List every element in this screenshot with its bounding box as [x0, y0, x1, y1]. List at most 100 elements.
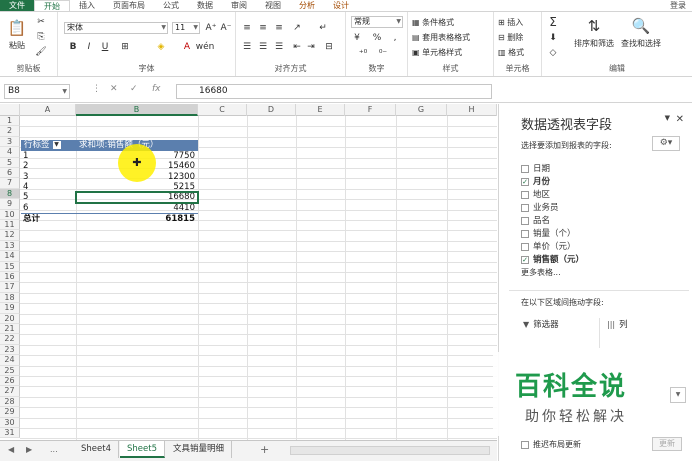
sheet-tab-detail[interactable]: 文具销量明细 — [166, 441, 233, 458]
tab-analyze[interactable]: 分析 — [290, 0, 324, 11]
row-header[interactable]: 30 — [0, 417, 20, 428]
clear-icon[interactable]: ◇ — [546, 47, 560, 59]
column-header[interactable]: D — [247, 104, 296, 116]
font-size-combo[interactable]: 11 ▼ — [172, 22, 200, 34]
scroll-left-icon[interactable]: ◀ — [8, 445, 14, 454]
field-product[interactable]: 品名 — [521, 214, 550, 226]
format-as-table-button[interactable]: ▤ 套用表格格式 — [412, 32, 470, 43]
row-header[interactable]: 16 — [0, 272, 20, 283]
row-header[interactable]: 27 — [0, 386, 20, 397]
row-header[interactable]: 11 — [0, 220, 20, 231]
row-header[interactable]: 6 — [0, 168, 20, 179]
row-header[interactable]: 4 — [0, 147, 20, 158]
enter-icon[interactable]: ✓ — [130, 84, 138, 94]
tab-insert[interactable]: 插入 — [70, 0, 104, 11]
field-sales-amount[interactable]: ✓ 销售额（元） — [521, 253, 584, 265]
paste-button[interactable]: 📋 粘贴 — [4, 18, 30, 51]
fill-icon[interactable]: ⬇ — [546, 32, 560, 44]
format-painter-icon[interactable]: 🖌 — [34, 46, 48, 58]
column-header[interactable]: C — [198, 104, 247, 116]
row-header[interactable]: 23 — [0, 344, 20, 356]
row-header[interactable]: 15 — [0, 261, 20, 272]
row-header[interactable]: 14 — [0, 251, 20, 262]
close-icon[interactable]: ✕ — [676, 114, 684, 125]
column-header[interactable]: H — [447, 104, 497, 116]
field-month[interactable]: ✓ 月份 — [521, 175, 550, 187]
checkbox-icon[interactable] — [521, 190, 529, 199]
sheet-tab-sheet4[interactable]: Sheet4 — [74, 441, 119, 458]
update-button[interactable]: 更新 — [652, 437, 682, 451]
row-header[interactable]: 20 — [0, 313, 20, 324]
tab-design[interactable]: 设计 — [324, 0, 358, 11]
wrap-text-icon[interactable]: ↵ — [316, 22, 330, 34]
pivot-row-label[interactable]: 1 — [23, 151, 73, 161]
align-bottom-icon[interactable]: ≡ — [272, 22, 286, 34]
tab-review[interactable]: 审阅 — [222, 0, 256, 11]
checkbox-icon[interactable] — [521, 203, 529, 212]
align-center-icon[interactable]: ☰ — [256, 41, 270, 53]
gear-icon[interactable]: ⚙▾ — [652, 136, 680, 151]
field-unit-price[interactable]: 单价（元） — [521, 240, 576, 252]
merge-center-icon[interactable]: ⊟ — [322, 41, 336, 53]
pivot-row-label[interactable]: 2 — [23, 161, 73, 171]
border-icon[interactable]: ⊞ — [118, 41, 132, 53]
copy-icon[interactable]: ⎘ — [34, 31, 48, 43]
underline-button[interactable]: U — [98, 41, 112, 53]
row-header[interactable]: 24 — [0, 355, 20, 366]
field-region[interactable]: 地区 — [521, 188, 550, 200]
tab-file[interactable]: 文件 — [0, 0, 34, 11]
row-header[interactable]: 12 — [0, 230, 20, 241]
more-sheets-button[interactable]: ... — [50, 445, 58, 454]
tab-formulas[interactable]: 公式 — [154, 0, 188, 11]
row-header[interactable]: 28 — [0, 396, 20, 408]
checkbox-checked-icon[interactable]: ✓ — [521, 177, 529, 186]
worksheet-grid[interactable]: A B C D E F G H 1 2 3 4 5 6 7 8 9 10 11 12 13 14 15 16 1… — [0, 104, 497, 440]
fx-icon[interactable]: fx — [152, 84, 161, 94]
checkbox-icon[interactable] — [521, 440, 529, 449]
font-color-icon[interactable]: A — [180, 41, 194, 53]
more-tables-link[interactable]: 更多表格... — [521, 267, 561, 278]
select-all-corner[interactable] — [0, 104, 20, 116]
checkbox-icon[interactable] — [521, 216, 529, 225]
pivot-total-value[interactable]: 61815 — [76, 213, 198, 224]
column-header[interactable]: F — [345, 104, 396, 116]
row-header[interactable]: 8 — [0, 188, 20, 200]
row-header[interactable]: 10 — [0, 209, 20, 220]
align-left-icon[interactable]: ☰ — [240, 41, 254, 53]
pivot-row-label[interactable]: 6 — [23, 203, 73, 213]
defer-layout-update[interactable]: 推迟布局更新 — [521, 439, 581, 450]
checkbox-checked-icon[interactable]: ✓ — [521, 255, 529, 264]
formula-input[interactable]: 16680 — [176, 84, 492, 99]
checkbox-icon[interactable] — [521, 242, 529, 251]
chevron-down-icon[interactable]: ▼ — [665, 114, 670, 122]
format-cells-button[interactable]: ▥ 格式 — [498, 47, 524, 58]
checkbox-icon[interactable] — [521, 229, 529, 238]
row-header[interactable]: 19 — [0, 303, 20, 314]
login-link[interactable]: 登录 — [670, 0, 692, 11]
pivot-row-label[interactable]: 4 — [23, 182, 73, 192]
currency-icon[interactable]: ¥ — [350, 32, 364, 44]
row-header[interactable]: 13 — [0, 240, 20, 252]
comma-icon[interactable]: , — [388, 32, 402, 44]
cancel-icon[interactable]: ✕ — [110, 84, 118, 94]
pivot-total-label[interactable]: 总计 — [21, 213, 76, 224]
fill-color-icon[interactable]: ◈ — [154, 41, 168, 53]
insert-cells-button[interactable]: ⊞ 插入 — [498, 17, 523, 28]
align-right-icon[interactable]: ☰ — [272, 41, 286, 53]
row-header[interactable]: 22 — [0, 334, 20, 345]
indent-decrease-icon[interactable]: ⇤ — [290, 41, 304, 53]
field-date[interactable]: 日期 — [521, 162, 550, 174]
row-header[interactable]: 1 — [0, 116, 20, 127]
name-box[interactable]: B8 ▼ — [4, 84, 70, 99]
autosum-icon[interactable]: Σ — [546, 15, 560, 29]
percent-button[interactable]: % — [370, 32, 384, 44]
column-header[interactable]: B — [76, 104, 198, 116]
row-header[interactable]: 21 — [0, 324, 20, 335]
pivot-row-label[interactable]: 5 — [23, 192, 73, 202]
cut-icon[interactable]: ✂ — [34, 16, 48, 28]
field-salesperson[interactable]: 业务员 — [521, 201, 559, 213]
italic-button[interactable]: I — [82, 41, 96, 53]
row-header[interactable]: 26 — [0, 376, 20, 387]
row-header[interactable]: 17 — [0, 282, 20, 293]
filter-zone[interactable]: ▼ 筛选器 — [523, 318, 559, 330]
